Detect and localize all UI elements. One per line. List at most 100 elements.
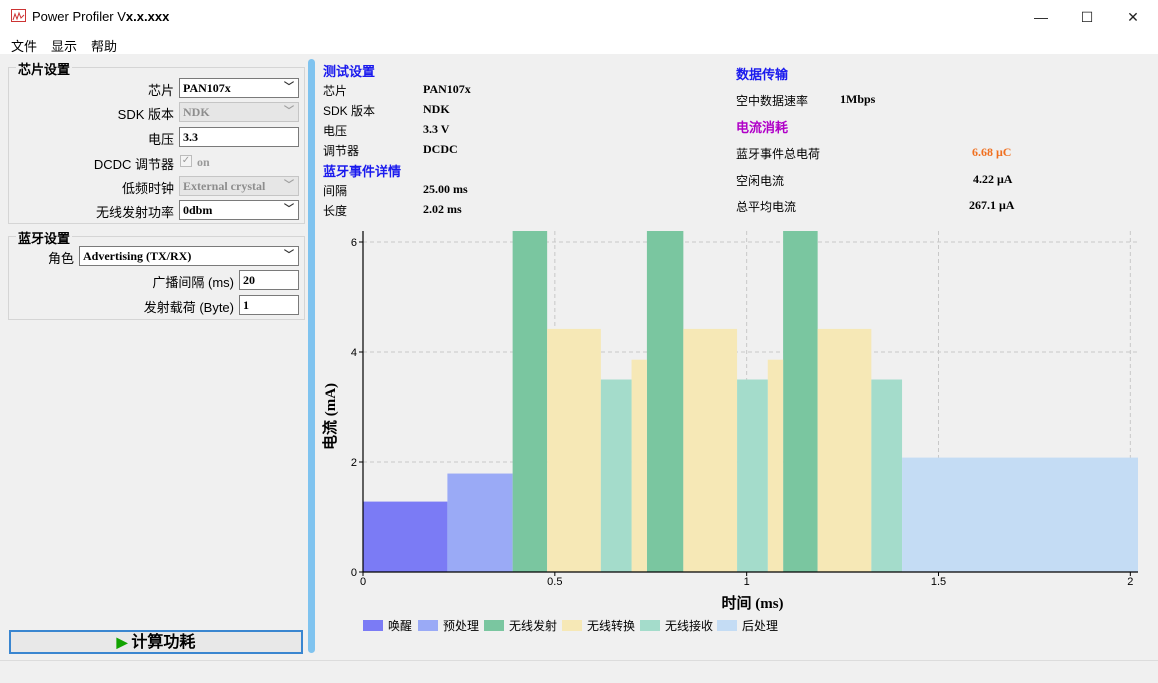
role-select[interactable]: Advertising (TX/RX) ﹀ <box>79 246 299 266</box>
legend-swatch <box>562 620 582 631</box>
menu-bar <box>0 32 1158 54</box>
y-tick-label: 4 <box>351 347 357 359</box>
payload-label: 发射载荷 (Byte) <box>143 300 234 315</box>
role-label: 角色 <box>47 251 74 266</box>
chart-bar <box>631 359 647 572</box>
tx-power-label: 无线发射功率 <box>95 205 174 220</box>
summary-value: 1Mbps <box>840 92 876 106</box>
chart-bar <box>767 359 784 572</box>
tx-power-select[interactable]: 0dbm ﹀ <box>179 200 299 220</box>
summary-value: 3.3 V <box>423 122 450 136</box>
dcdc-label: DCDC 调节器 <box>93 157 174 172</box>
legend-label: 预处理 <box>443 619 479 633</box>
legend-swatch <box>363 620 383 631</box>
chart-bar <box>817 328 872 572</box>
summary-value: 267.1 μA <box>969 198 1015 212</box>
legend-label: 无线发射 <box>509 618 557 633</box>
summary-key: 间隔 <box>323 184 348 198</box>
summary-value: 2.02 ms <box>423 202 462 216</box>
menu-file[interactable]: 文件 <box>11 36 37 55</box>
app-logo-icon <box>11 9 26 22</box>
maximize-button[interactable]: ☐ <box>1064 4 1110 30</box>
summary-key: 调节器 <box>323 144 360 158</box>
legend-label: 唤醒 <box>388 619 412 633</box>
menu-view[interactable]: 显示 <box>51 36 77 55</box>
window-title: Power Profiler Vx.x.xxx <box>32 9 170 24</box>
adv-interval-label: 广播间隔 (ms) <box>152 275 234 290</box>
y-tick-label: 0 <box>351 567 357 579</box>
chart-bar <box>363 501 448 572</box>
x-tick-label: 2 <box>1127 576 1133 588</box>
y-axis-title: 电流 (mA) <box>321 383 339 450</box>
check-icon: ✓ <box>181 155 191 166</box>
chevron-down-icon: ﹀ <box>284 106 294 117</box>
payload-input[interactable]: 1 <box>239 295 299 315</box>
chart-bar <box>447 473 513 572</box>
voltage-input[interactable]: 3.3 <box>179 127 299 147</box>
bt-event-title: 蓝牙事件详情 <box>323 164 402 179</box>
chart-bar <box>902 457 1138 572</box>
summary-value: NDK <box>423 102 450 116</box>
y-tick-label: 2 <box>351 457 357 469</box>
status-bar <box>0 660 1158 682</box>
calculate-button-label: 计算功耗 <box>131 634 196 651</box>
summary-value: 25.00 ms <box>423 182 468 196</box>
current-chart: 0 0.5 1 1.5 2 0 2 4 6 时间 (ms) 电流 (mA) 唤醒 预处理 无线发射 无线转换… <box>321 231 1138 633</box>
legend-swatch <box>640 620 660 631</box>
x-tick-label: 0 <box>360 576 366 588</box>
lf-clock-select[interactable]: External crystal ﹀ <box>179 176 299 196</box>
test-settings-title: 测试设置 <box>323 64 376 79</box>
legend-swatch <box>418 620 438 631</box>
bt-settings-title: 蓝牙设置 <box>16 228 73 247</box>
x-tick-label: 1 <box>744 576 750 588</box>
summary-key: 空闲电流 <box>736 174 785 188</box>
legend-swatch <box>717 620 737 631</box>
adv-interval-input[interactable]: 20 <box>239 270 299 290</box>
summary-key: 总平均电流 <box>736 200 797 214</box>
summary-key: SDK 版本 <box>323 104 376 118</box>
chart-bar <box>512 231 548 572</box>
chart-bar <box>783 231 818 572</box>
x-tick-label: 0.5 <box>547 576 562 588</box>
sdk-version-label: SDK 版本 <box>117 107 174 122</box>
summary-key: 电压 <box>323 124 348 138</box>
legend-label: 无线转换 <box>587 618 635 633</box>
chart-bar <box>600 379 632 572</box>
chevron-down-icon: ﹀ <box>284 250 294 261</box>
chart-bar <box>737 379 768 572</box>
play-icon: ▶ <box>116 634 128 650</box>
total-charge-value: 6.68 μC <box>972 145 1012 159</box>
dcdc-checkbox-label: on <box>197 155 210 169</box>
close-button[interactable]: ✕ <box>1110 4 1156 30</box>
data-transfer-title: 数据传输 <box>736 67 789 82</box>
chevron-down-icon: ﹀ <box>284 82 294 93</box>
calculate-power-button[interactable]: ▶ 计算功耗 <box>9 630 303 654</box>
voltage-label: 电压 <box>147 132 174 147</box>
legend-label: 无线接收 <box>665 618 713 633</box>
summary-key: 长度 <box>323 204 348 218</box>
legend-label: 后处理 <box>742 619 778 633</box>
chip-settings-title: 芯片设置 <box>16 59 73 78</box>
summary-key: 蓝牙事件总电荷 <box>736 147 821 161</box>
summary-key: 芯片 <box>323 84 348 98</box>
summary-value: 4.22 μA <box>973 172 1013 186</box>
current-consumption-title: 电流消耗 <box>736 120 789 135</box>
title-bar[interactable] <box>0 0 1158 32</box>
chart-bar <box>871 379 903 572</box>
chart-bar <box>646 231 684 572</box>
chevron-down-icon: ﹀ <box>284 180 294 191</box>
summary-value: PAN107x <box>423 82 471 96</box>
x-axis-title: 时间 (ms) <box>721 594 783 612</box>
chart-bar <box>547 328 601 572</box>
y-tick-label: 6 <box>351 237 357 249</box>
summary-value: DCDC <box>423 142 458 156</box>
chart-bar <box>683 328 738 572</box>
chip-select[interactable]: PAN107x ﹀ <box>179 78 299 98</box>
panel-splitter[interactable] <box>308 59 315 653</box>
lf-clock-label: 低频时钟 <box>121 181 174 196</box>
dcdc-checkbox[interactable]: ✓ <box>180 155 192 167</box>
menu-help[interactable]: 帮助 <box>91 36 117 55</box>
sdk-version-select[interactable]: NDK ﹀ <box>179 102 299 122</box>
minimize-button[interactable]: — <box>1018 4 1064 30</box>
x-tick-label: 1.5 <box>931 576 946 588</box>
